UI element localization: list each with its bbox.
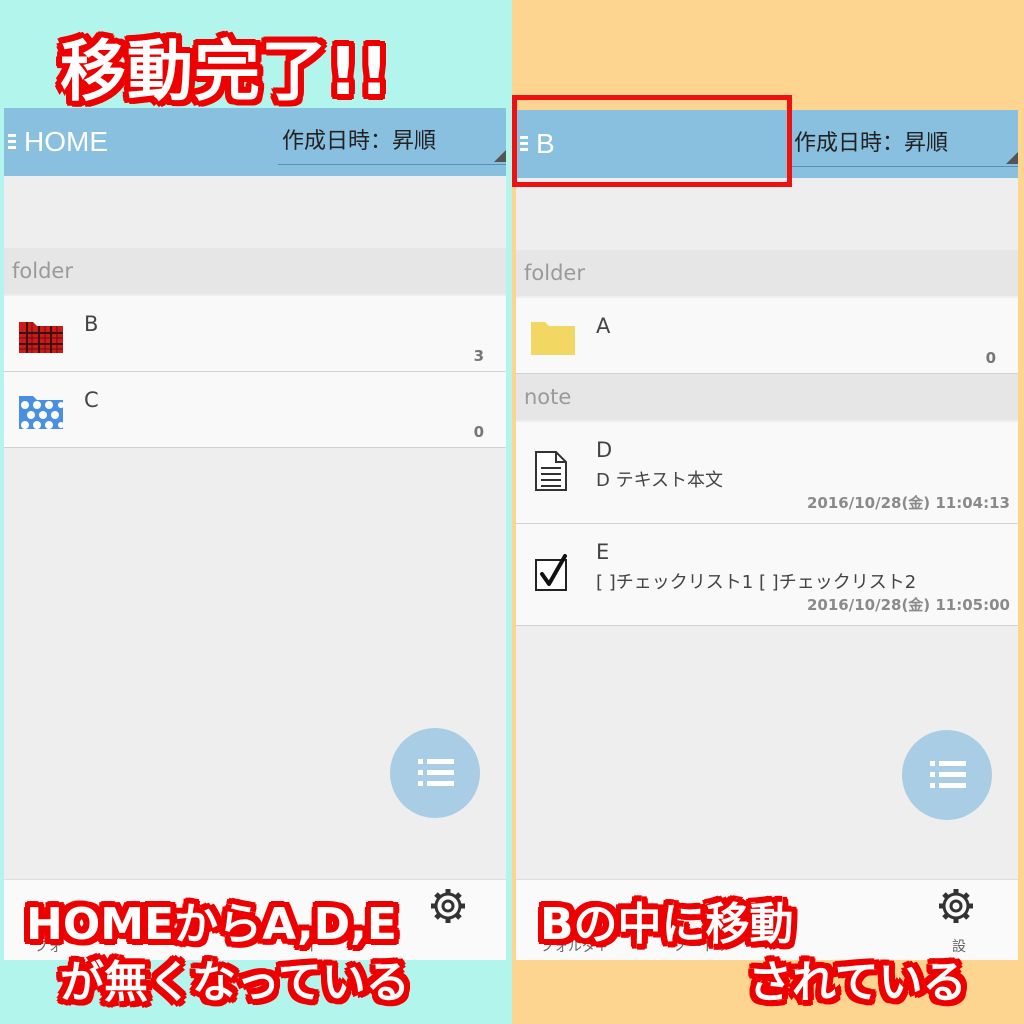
dropdown-triangle-icon [1006, 152, 1018, 164]
folder-item-count: 0 [985, 349, 996, 367]
list-fab-button[interactable] [902, 730, 992, 820]
yellow-folder-icon [531, 322, 575, 355]
note-body-preview: [ ]チェックリスト1 [ ]チェックリスト2 [596, 572, 917, 593]
red-plaid-folder-icon [19, 322, 63, 353]
folder-item-count: 0 [473, 423, 484, 441]
left-app-screen: HOME 作成日時：昇順 folder B 3 C 0 フォ イ [4, 108, 506, 960]
section-header-note: note [516, 374, 1018, 420]
sort-dropdown[interactable]: 作成日時：昇順 [790, 122, 1018, 167]
gear-icon[interactable] [936, 886, 976, 926]
headline-banner: 移動完了!! [60, 33, 391, 110]
list-fab-button[interactable] [390, 728, 480, 818]
blue-polka-dot-folder-icon [19, 396, 64, 429]
dropdown-triangle-icon [494, 150, 506, 162]
folder-name: A [596, 314, 611, 338]
highlight-box [512, 95, 792, 187]
folder-name: C [84, 388, 99, 412]
folder-row-c[interactable]: C 0 [4, 372, 506, 448]
section-header-folder: folder [516, 250, 1018, 296]
caption-right-line2: されている [748, 957, 967, 1008]
right-app-screen: B 作成日時：昇順 folder A 0 note D D テキスト本文 201… [516, 110, 1018, 960]
folder-item-count: 3 [473, 347, 484, 365]
section-header-folder: folder [4, 248, 506, 294]
caption-right-line1: Bの中に移動 [540, 899, 794, 950]
note-timestamp: 2016/10/28(金) 11:05:00 [806, 596, 1010, 614]
folder-row-b[interactable]: B 3 [4, 296, 506, 372]
note-body-preview: D テキスト本文 [596, 470, 724, 491]
list-icon [418, 759, 454, 792]
toolbar-title-text: HOME [24, 126, 108, 157]
toolbar-title[interactable]: HOME [4, 108, 108, 176]
note-timestamp: 2016/10/28(金) 11:04:13 [806, 494, 1010, 512]
note-title: E [596, 540, 610, 564]
sort-dropdown[interactable]: 作成日時：昇順 [278, 120, 506, 165]
gear-icon[interactable] [428, 886, 468, 926]
caption-left-line1: HOMEからA,D,E [26, 899, 397, 950]
folder-row-a[interactable]: A 0 [516, 298, 1018, 374]
folder-name: B [84, 312, 99, 336]
checkbox-checked-icon [535, 554, 567, 591]
sort-dropdown-label: 作成日時：昇順 [282, 129, 437, 154]
menu-icon[interactable] [8, 131, 16, 152]
app-toolbar: HOME 作成日時：昇順 [4, 108, 506, 176]
note-row-d[interactable]: D D テキスト本文 2016/10/28(金) 11:04:13 [516, 422, 1018, 524]
note-title: D [596, 438, 613, 462]
caption-left-line2: が無くなっている [60, 957, 410, 1008]
sort-dropdown-label: 作成日時：昇順 [794, 131, 949, 156]
note-row-e[interactable]: E [ ]チェックリスト1 [ ]チェックリスト2 2016/10/28(金) … [516, 524, 1018, 626]
text-document-icon [535, 451, 567, 491]
list-icon [930, 761, 966, 794]
